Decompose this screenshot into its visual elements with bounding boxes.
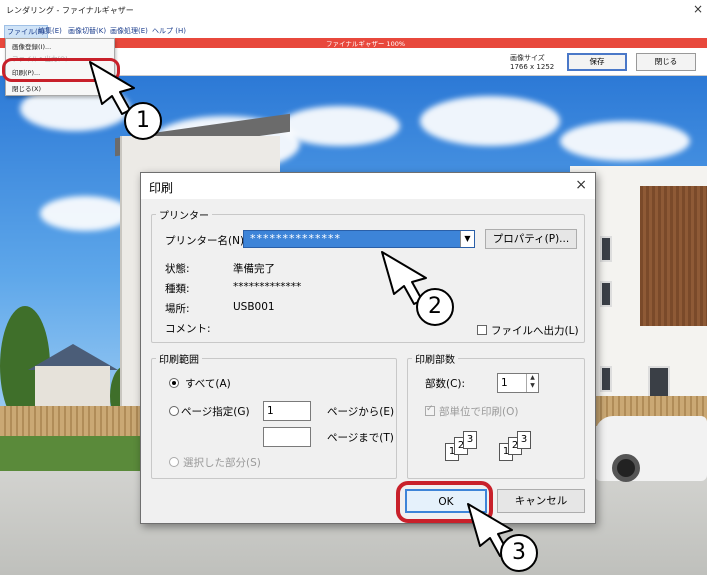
range-pages-radio[interactable] bbox=[169, 406, 179, 416]
range-selection-radio bbox=[169, 457, 179, 467]
range-from-label: ページから(E) bbox=[327, 406, 395, 418]
image-size-value: 1766 x 1252 bbox=[510, 63, 555, 71]
step-callout-2: 2 bbox=[416, 288, 454, 326]
dialog-title: 印刷 bbox=[149, 181, 174, 195]
range-to-input[interactable] bbox=[263, 427, 311, 447]
step-callout-3: 3 bbox=[500, 534, 538, 572]
window-titlebar: レンダリング - ファイナルギャザー × bbox=[0, 0, 707, 24]
save-button[interactable]: 保存 bbox=[567, 53, 627, 71]
copies-label: 部数(C): bbox=[425, 378, 466, 390]
print-dialog: 印刷 × プリンター プリンター名(N): ************** ▼ プ… bbox=[140, 172, 596, 524]
range-from-input[interactable]: 1 bbox=[263, 401, 311, 421]
close-button[interactable]: 閉じる bbox=[636, 53, 696, 71]
where-value: USB001 bbox=[233, 301, 275, 313]
window-close-icon[interactable]: × bbox=[693, 2, 703, 16]
collate-pages-icon: 1 2 3 bbox=[445, 431, 491, 461]
print-range-group-label: 印刷範囲 bbox=[159, 355, 199, 366]
car-wheel bbox=[612, 454, 640, 482]
type-value: ************* bbox=[233, 281, 302, 293]
print-to-file-checkbox[interactable] bbox=[477, 325, 487, 335]
collate-label: 部単位で印刷(O) bbox=[439, 406, 519, 418]
menu-image-processing[interactable]: 画像処理(E) bbox=[108, 25, 150, 37]
window-title: レンダリング - ファイナルギャザー bbox=[6, 6, 134, 15]
printer-name-select[interactable]: ************** ▼ bbox=[243, 230, 475, 248]
range-selection-label: 選択した部分(S) bbox=[183, 457, 261, 469]
menubar: ファイル(F) 編集(E) 画像切替(K) 画像処理(E) ヘルプ (H) bbox=[0, 24, 707, 39]
copies-input[interactable]: 1 ▲ ▼ bbox=[497, 373, 539, 393]
status-value: 準備完了 bbox=[233, 263, 275, 275]
progress-text: ファイナルギャザー 100% bbox=[326, 40, 406, 48]
print-to-file-label[interactable]: ファイルへ出力(L) bbox=[491, 323, 579, 338]
image-size-label: 画像サイズ bbox=[510, 54, 545, 62]
collate-pages-icon-2: 1 2 3 bbox=[499, 431, 545, 461]
properties-button[interactable]: プロパティ(P)... bbox=[485, 229, 577, 249]
copies-spinner-icon[interactable]: ▲ ▼ bbox=[526, 374, 538, 392]
menu-image-switch[interactable]: 画像切替(K) bbox=[66, 25, 108, 37]
copies-group-label: 印刷部数 bbox=[415, 355, 455, 366]
range-all-radio[interactable] bbox=[169, 378, 179, 388]
printer-name-value: ************** bbox=[250, 232, 341, 245]
dialog-close-icon[interactable]: × bbox=[575, 177, 587, 193]
copies-value: 1 bbox=[501, 377, 508, 389]
printer-group-label: プリンター bbox=[159, 211, 209, 222]
chevron-down-icon[interactable]: ▼ bbox=[460, 231, 474, 247]
range-to-label: ページまで(T) bbox=[327, 432, 394, 444]
printer-name-label: プリンター名(N): bbox=[165, 235, 248, 247]
step-callout-1: 1 bbox=[124, 102, 162, 140]
image-size-info: 画像サイズ 1766 x 1252 bbox=[510, 54, 554, 72]
type-label: 種類: bbox=[165, 283, 190, 295]
range-pages-label[interactable]: ページ指定(G) bbox=[181, 404, 250, 419]
status-label: 状態: bbox=[165, 263, 190, 275]
menu-edit[interactable]: 編集(E) bbox=[36, 25, 64, 37]
menu-item-close[interactable]: 閉じる(X) bbox=[12, 83, 41, 93]
menu-help[interactable]: ヘルプ (H) bbox=[150, 25, 188, 37]
comment-label: コメント: bbox=[165, 323, 211, 335]
collate-checkbox bbox=[425, 404, 435, 416]
dialog-titlebar: 印刷 × bbox=[141, 173, 595, 199]
menu-item-register-image[interactable]: 画像登録(I)... bbox=[12, 41, 51, 51]
where-label: 場所: bbox=[165, 303, 190, 315]
range-all-label[interactable]: すべて(A) bbox=[185, 376, 231, 391]
wood-panel bbox=[640, 186, 707, 326]
